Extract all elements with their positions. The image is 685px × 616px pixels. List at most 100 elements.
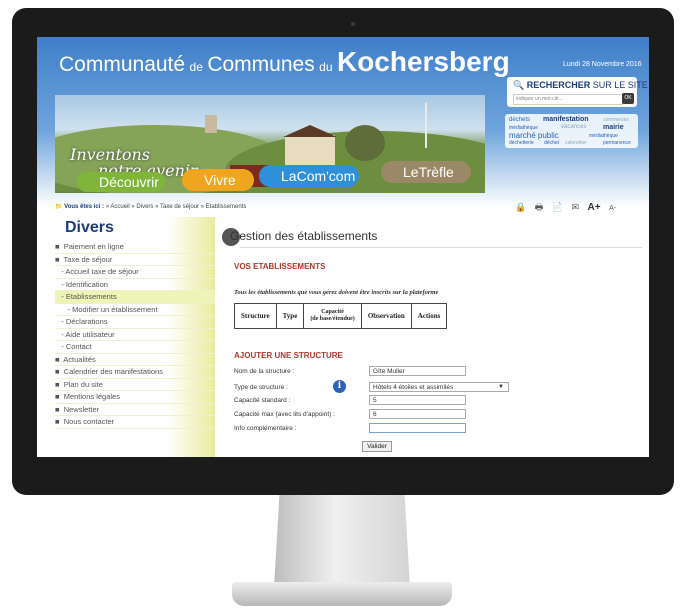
sidebar-item[interactable]: - Modifier un établissement <box>55 304 215 316</box>
nav-lacomcom[interactable]: LaCom'com <box>259 165 359 187</box>
page-tools: 🔒 🖶 📄 ✉ A+ A- <box>515 200 622 216</box>
photo-roof <box>283 125 337 137</box>
nav-label: Com'com <box>296 168 356 184</box>
folder-icon: 📁 <box>55 204 63 210</box>
form-label: Capacité max (avec lits d'appoint) : <box>234 411 335 418</box>
dropdown-caret-icon: ▼ <box>498 384 504 390</box>
tag-link[interactable]: médiathèque <box>589 133 618 139</box>
tag-cloud: déchets manifestation commerces médiathè… <box>505 114 638 148</box>
sidebar-item[interactable]: - Identification <box>55 279 215 291</box>
table-header: Structure <box>234 303 277 329</box>
photo-church <box>205 115 217 133</box>
form-label: Capacité standard : <box>234 397 291 404</box>
sidebar-item[interactable]: ■ Calendrier des manifestations <box>55 366 215 379</box>
monitor-stand-neck <box>274 495 410 587</box>
main-content: Gestion des établissements VOS ETABLISSE… <box>222 228 642 457</box>
title-divider <box>240 247 642 248</box>
search-box: 🔍 RECHERCHER SUR LE SITE indiquer un mot… <box>507 77 648 107</box>
breadcrumb-path[interactable]: » Accueil » Divers » Taxe de séjour » Et… <box>106 204 247 210</box>
capacity-standard-input[interactable]: 5 <box>369 395 466 405</box>
sidebar-item[interactable]: ■ Mentions légales <box>55 391 215 404</box>
nav-label: La <box>281 168 297 184</box>
additional-info-input[interactable] <box>369 423 466 433</box>
brand-word: de <box>189 60 203 74</box>
photo-wind-turbine <box>425 103 427 148</box>
sidebar-item[interactable]: ■ Paiement en ligne <box>55 241 215 254</box>
sidebar-item[interactable]: - Aide utilisateur <box>55 329 215 341</box>
table-header: Type <box>275 303 305 329</box>
sidebar-item[interactable]: - Déclarations <box>55 316 215 329</box>
section-heading: VOS ETABLISSEMENTS <box>234 262 326 271</box>
search-icon: 🔍 <box>513 80 525 90</box>
monitor-stand-base <box>232 582 452 606</box>
sidebar-item[interactable]: ■ Actualités <box>55 354 215 366</box>
brand-word: Communes <box>207 53 315 76</box>
form-label: Nom de la structure : <box>234 368 295 375</box>
sidebar-item[interactable]: ■ Nous contacter <box>55 416 215 429</box>
nav-label: ouvrir <box>123 174 159 190</box>
site-logo-title[interactable]: Communauté de Communes du Kochersberg <box>59 46 510 78</box>
brand-name: Kochersberg <box>336 46 510 77</box>
tag-link[interactable]: marché public <box>509 131 559 140</box>
webcam-dot <box>351 22 355 26</box>
section-heading: AJOUTER UNE STRUCTURE <box>234 351 343 360</box>
sidebar-title: Divers <box>65 219 114 236</box>
brand-word: Communauté <box>59 53 186 76</box>
form-label: Info complémentaire : <box>234 425 297 432</box>
photo-building <box>285 135 335 165</box>
tag-link[interactable]: mairie <box>603 124 624 131</box>
nav-label: Déc <box>99 174 124 190</box>
search-label-suffix: SUR LE SITE <box>590 80 648 90</box>
table-header: Observation <box>360 303 412 329</box>
tag-link[interactable]: manifestation <box>543 116 589 123</box>
search-label-main: RECHERCHER <box>526 80 591 90</box>
info-icon[interactable]: i <box>333 380 346 393</box>
nav-decouvrir[interactable]: Découvrir <box>77 172 165 192</box>
nav-label: Le <box>403 164 419 180</box>
tag-link[interactable]: déchets <box>509 117 530 123</box>
tag-link[interactable]: permanence <box>603 140 631 146</box>
nav-label: Trèfle <box>418 164 454 180</box>
sidebar: Divers ■ Paiement en ligne ■ Taxe de séj… <box>55 217 215 457</box>
tag-link[interactable]: déchetterie <box>509 140 534 146</box>
sidebar-menu: ■ Paiement en ligne ■ Taxe de séjour - A… <box>55 241 215 429</box>
sidebar-item-active[interactable]: - Etablissements <box>55 291 215 304</box>
lock-icon[interactable]: 🔒 <box>515 202 526 212</box>
structure-name-input[interactable]: Gîte Muller <box>369 366 466 376</box>
form-label: Type de structure : <box>234 384 288 391</box>
page-title: Gestion des établissements <box>230 229 378 243</box>
font-increase-button[interactable]: A+ <box>588 202 601 213</box>
print-icon[interactable]: 🖶 <box>535 202 544 212</box>
intro-text: Tous les établissements que vous gérez d… <box>234 289 439 296</box>
sidebar-item[interactable]: ■ Taxe de séjour <box>55 254 215 266</box>
sidebar-item[interactable]: ■ Plan du site <box>55 379 215 391</box>
sidebar-item[interactable]: - Accueil taxe de séjour <box>55 266 215 279</box>
table-header: Capacité (de base/étendue) <box>303 303 362 329</box>
pdf-icon[interactable]: 📄 <box>552 202 563 212</box>
sidebar-item[interactable]: - Contact <box>55 341 215 354</box>
search-input[interactable]: indiquer un mot-clé... <box>513 94 623 105</box>
nav-letrefle[interactable]: LeTrèfle <box>381 161 471 183</box>
nav-label: Viv <box>204 172 224 188</box>
site-header: Communauté de Communes du Kochersberg Lu… <box>37 37 649 207</box>
sidebar-item[interactable]: ■ Newsletter <box>55 404 215 416</box>
select-value: Hôtels 4 étoiles et assimilés <box>373 384 454 391</box>
font-decrease-button[interactable]: A- <box>609 205 616 212</box>
nav-vivre[interactable]: Vivre <box>182 169 254 191</box>
tag-link[interactable]: commerces <box>603 117 629 123</box>
screen: Communauté de Communes du Kochersberg Lu… <box>37 37 649 457</box>
search-submit-button[interactable]: OK <box>622 93 634 104</box>
structure-type-select[interactable]: Hôtels 4 étoiles et assimilés ▼ <box>369 382 509 392</box>
nav-label: re <box>223 172 236 188</box>
breadcrumb-label: Vous êtes ici : <box>64 204 105 210</box>
tag-link[interactable]: calendrier <box>565 140 587 146</box>
mail-icon[interactable]: ✉ <box>571 202 579 212</box>
table-header: Actions <box>410 303 448 329</box>
submit-button[interactable]: Valider <box>362 441 392 452</box>
brand-word: du <box>319 60 333 74</box>
capacity-max-input[interactable]: 6 <box>369 409 466 419</box>
tag-link[interactable]: vacances <box>561 124 586 130</box>
tag-link[interactable]: déchet <box>544 140 559 146</box>
current-date: Lundi 28 Novembre 2016 <box>563 61 642 68</box>
table-header-row: Structure Type Capacité (de base/étendue… <box>234 303 448 329</box>
